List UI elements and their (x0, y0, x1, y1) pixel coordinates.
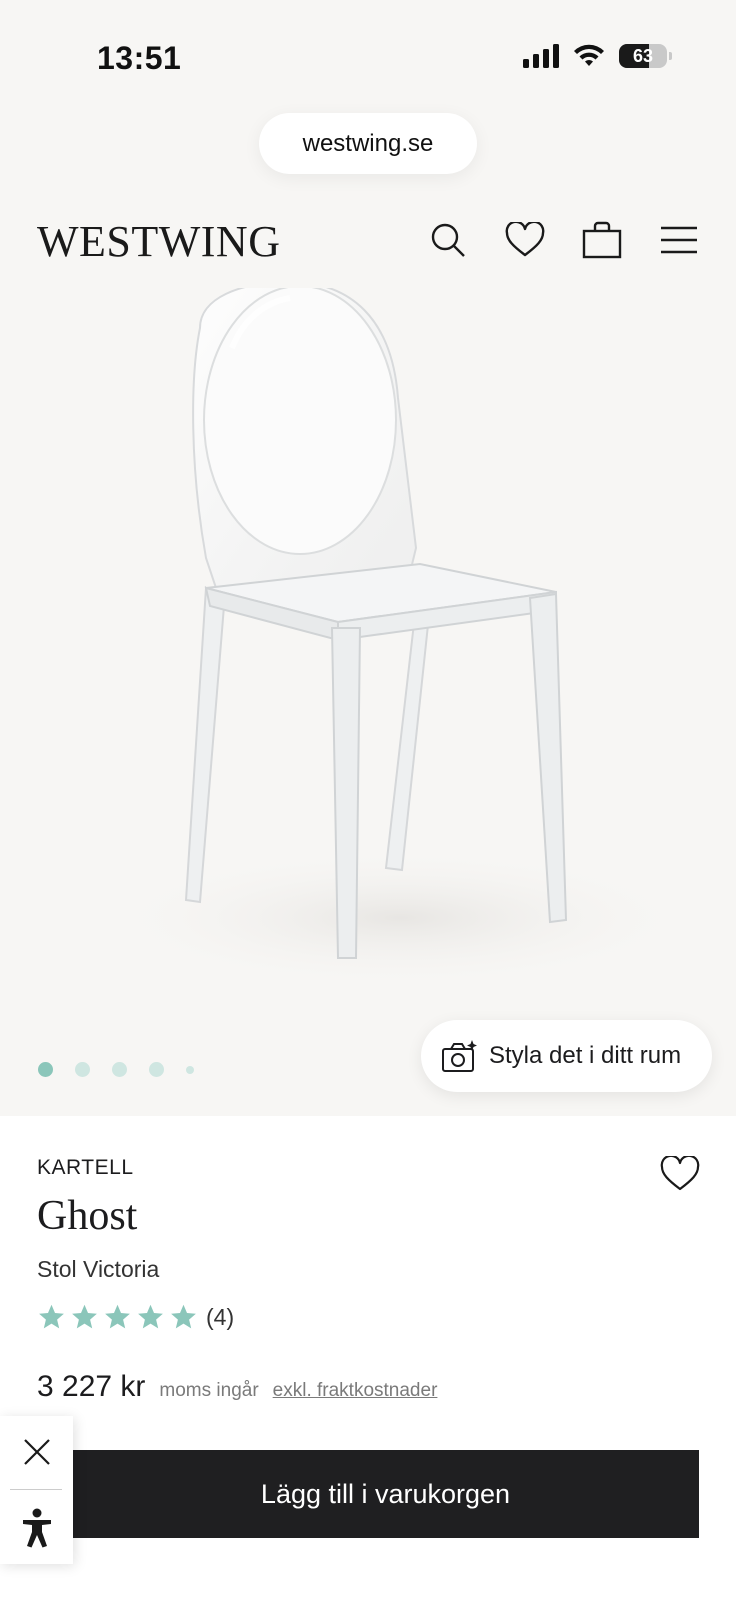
westwing-logo[interactable]: WESTWING (37, 216, 281, 267)
style-button-label: Styla det i ditt rum (489, 1042, 682, 1069)
star-icon (39, 1304, 64, 1329)
price-row: 3 227 kr moms ingår exkl. fraktkostnader (37, 1370, 437, 1404)
gallery-dot-3[interactable] (112, 1062, 127, 1077)
camera-sparkle-icon (442, 1040, 477, 1072)
gallery-dot-5[interactable] (186, 1065, 194, 1074)
product-price: 3 227 kr (37, 1370, 146, 1403)
favorite-heart-icon[interactable] (660, 1154, 702, 1196)
status-time: 13:51 (97, 40, 182, 76)
battery-icon: 63 (619, 44, 667, 68)
product-name: Ghost (37, 1193, 138, 1239)
shipping-cost-link[interactable]: exkl. fraktkostnader (273, 1380, 438, 1402)
product-subtitle: Stol Victoria (37, 1256, 160, 1282)
address-bar[interactable]: westwing.se (259, 113, 477, 174)
vat-note: moms ingår (159, 1380, 259, 1401)
gallery-dot-1[interactable] (38, 1062, 53, 1077)
rating-count: (4) (206, 1303, 235, 1330)
battery-tip (669, 52, 672, 60)
battery-level: 63 (632, 46, 654, 66)
product-info: KARTELL Ghost Stol Victoria (4) 3 227 kr… (0, 1116, 736, 1600)
product-rating[interactable]: (4) (37, 1303, 234, 1331)
divider (10, 1489, 62, 1490)
gallery-pagination (38, 1062, 194, 1077)
accessibility-icon[interactable] (0, 1492, 73, 1564)
add-to-cart-button[interactable]: Lägg till i varukorgen (48, 1450, 699, 1538)
wifi-icon (574, 44, 604, 66)
menu-icon[interactable] (657, 218, 701, 262)
cellular-signal-icon (523, 44, 559, 68)
gallery-dot-2[interactable] (75, 1062, 90, 1077)
star-icon (72, 1304, 97, 1329)
shopping-bag-icon[interactable] (580, 218, 624, 262)
close-icon[interactable] (0, 1416, 73, 1488)
product-brand[interactable]: KARTELL (37, 1156, 134, 1180)
heart-icon[interactable] (503, 218, 547, 262)
search-icon[interactable] (426, 218, 470, 262)
status-icons: 63 (523, 44, 672, 68)
site-header: WESTWING (0, 200, 736, 288)
accessibility-widget (0, 1416, 73, 1564)
gallery-dot-4[interactable] (149, 1062, 164, 1077)
style-in-your-room-button[interactable]: Styla det i ditt rum (421, 1020, 712, 1092)
status-bar: 13:51 63 (0, 0, 736, 110)
product-image-ghost-chair (100, 288, 700, 988)
product-gallery[interactable]: Styla det i ditt rum (0, 288, 736, 1116)
star-icon (171, 1304, 196, 1329)
star-icon (105, 1304, 130, 1329)
star-icon (138, 1304, 163, 1329)
